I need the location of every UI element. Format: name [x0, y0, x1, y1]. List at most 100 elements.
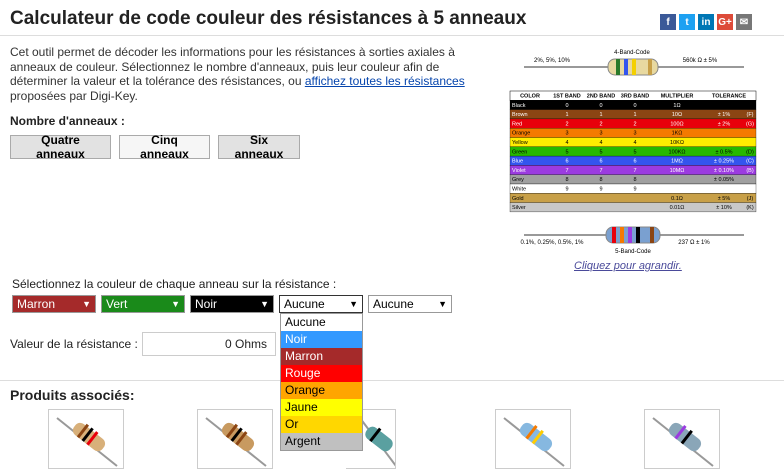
top-band-4	[648, 59, 652, 75]
dropdown-option[interactable]: Or	[281, 416, 362, 433]
table-cell: 8	[633, 177, 636, 183]
table-cell: 7	[599, 168, 602, 174]
table-cell: (F)	[746, 112, 753, 118]
product-thumbnail[interactable]	[644, 409, 720, 469]
table-cell: 10Ω	[672, 112, 682, 118]
resistor-image	[652, 417, 714, 467]
product-thumbnail[interactable]	[197, 409, 273, 469]
table-cell: ± 0.25%	[714, 159, 734, 165]
table-cell: Red	[512, 121, 522, 127]
dropdown-option[interactable]: Argent	[281, 433, 362, 450]
top-band-2	[624, 59, 628, 75]
bottom-band-5	[650, 227, 654, 243]
bottom-band-1	[612, 227, 616, 243]
table-header-cell: COLOR	[520, 94, 540, 100]
table-cell: 0	[565, 103, 568, 109]
table-cell: Grey	[512, 177, 524, 183]
google-plus-icon[interactable]: G+	[717, 14, 733, 30]
color-code-chart[interactable]: 4-Band-Code 2%, 5%, 10% 560k Ω ± 5% COLO…	[504, 45, 762, 260]
band-4-select[interactable]: Aucune ▼	[279, 295, 363, 313]
bottom-band-3	[628, 227, 632, 243]
table-header-cell: TOLERANCE	[712, 94, 746, 100]
linkedin-icon[interactable]: in	[698, 14, 714, 30]
table-cell: ± 0.05%	[714, 177, 734, 183]
top-left-caption: 2%, 5%, 10%	[534, 58, 571, 64]
show-all-resistors-link[interactable]: affichez toutes les résistances	[305, 74, 465, 88]
table-cell: 9	[565, 187, 568, 193]
table-cell: 9	[633, 187, 636, 193]
dropdown-option[interactable]: Aucune	[281, 314, 362, 331]
table-cell: 2	[633, 121, 636, 127]
bottom-band-2	[620, 227, 624, 243]
band-3-select[interactable]: Noir ▼	[190, 295, 274, 313]
table-cell: Yellow	[512, 140, 528, 146]
table-cell: 7	[565, 168, 568, 174]
table-cell: 7	[633, 168, 636, 174]
table-cell: 5	[633, 149, 636, 155]
band-5-select[interactable]: Aucune ▼	[368, 295, 452, 313]
dropdown-option[interactable]: Jaune	[281, 399, 362, 416]
band-2-value: Vert	[106, 297, 128, 311]
product-thumbnail[interactable]	[48, 409, 124, 469]
table-cell: 1	[633, 112, 636, 118]
table-cell: 9	[599, 187, 602, 193]
table-cell: 1MΩ	[671, 159, 683, 165]
page-title: Calculateur de code couleur des résistan…	[10, 8, 527, 29]
table-cell: ± 0.10%	[714, 168, 734, 174]
table-cell: 1	[599, 112, 602, 118]
table-cell: 4	[599, 140, 602, 146]
email-icon[interactable]: ✉	[736, 14, 752, 30]
dropdown-option[interactable]: Rouge	[281, 365, 362, 382]
dropdown-option[interactable]: Marron	[281, 348, 362, 365]
table-cell: 0	[599, 103, 602, 109]
table-cell: 0	[633, 103, 636, 109]
table-cell: ± 0.5%	[715, 149, 732, 155]
table-header-cell: 2ND BAND	[587, 94, 615, 100]
band-colors-label: Sélectionnez la couleur de chaque anneau…	[12, 277, 337, 291]
chevron-down-icon: ▼	[349, 299, 358, 309]
band-2-select[interactable]: Vert ▼	[101, 295, 185, 313]
table-header-cell: 3RD BAND	[621, 94, 649, 100]
table-cell: Orange	[512, 131, 530, 137]
dropdown-option[interactable]: Noir	[281, 331, 362, 348]
four-bands-button[interactable]: Quatre anneaux	[10, 133, 111, 161]
table-cell: 1	[565, 112, 568, 118]
twitter-icon[interactable]: t	[679, 14, 695, 30]
table-cell: 6	[565, 159, 568, 165]
table-cell: ± 1%	[718, 112, 731, 118]
six-bands-button[interactable]: Six anneaux	[218, 133, 300, 161]
band-1-select[interactable]: Marron ▼	[12, 295, 96, 313]
table-cell: 1KΩ	[672, 131, 683, 137]
table-cell: Green	[512, 149, 527, 155]
resistor-image	[56, 417, 118, 467]
table-cell: 3	[599, 131, 602, 137]
color-table: COLOR 1ST BAND 2ND BAND 3RD BAND MULTIPLIER T…	[509, 90, 757, 213]
enlarge-chart-link[interactable]: Cliquez pour agrandir.	[574, 260, 682, 272]
dropdown-option[interactable]: Orange	[281, 382, 362, 399]
bottom-right-caption: 237 Ω ± 1%	[678, 240, 710, 246]
table-cell: 6	[633, 159, 636, 165]
table-cell: ± 2%	[718, 121, 731, 127]
band-4-dropdown-list[interactable]: Aucune Noir Marron Rouge Orange Jaune Or Argent	[280, 313, 363, 451]
facebook-icon[interactable]: f	[660, 14, 676, 30]
table-cell: 10MΩ	[670, 168, 685, 174]
bottom-band-4	[636, 227, 640, 243]
table-cell: Gold	[512, 196, 524, 202]
table-cell: 1Ω	[673, 103, 680, 109]
table-cell: Brown	[512, 112, 528, 118]
table-cell: Black	[512, 103, 526, 109]
product-thumbnail[interactable]	[495, 409, 571, 469]
table-cell: (K)	[746, 205, 754, 211]
table-cell: Violet	[512, 168, 526, 174]
table-cell: 8	[599, 177, 602, 183]
table-cell: White	[512, 187, 526, 193]
five-bands-button[interactable]: Cinq anneaux	[119, 133, 210, 161]
table-cell: 100KΩ	[669, 149, 686, 155]
chevron-down-icon: ▼	[438, 299, 447, 309]
social-share-bar: f t in G+ ✉	[660, 14, 752, 30]
table-cell: Silver	[512, 205, 526, 211]
band-4-value: Aucune	[284, 297, 325, 311]
bottom-left-caption: 0.1%, 0.25%, 0.5%, 1%	[520, 240, 584, 246]
band-3-value: Noir	[195, 297, 218, 311]
band-5-value: Aucune	[373, 297, 414, 311]
